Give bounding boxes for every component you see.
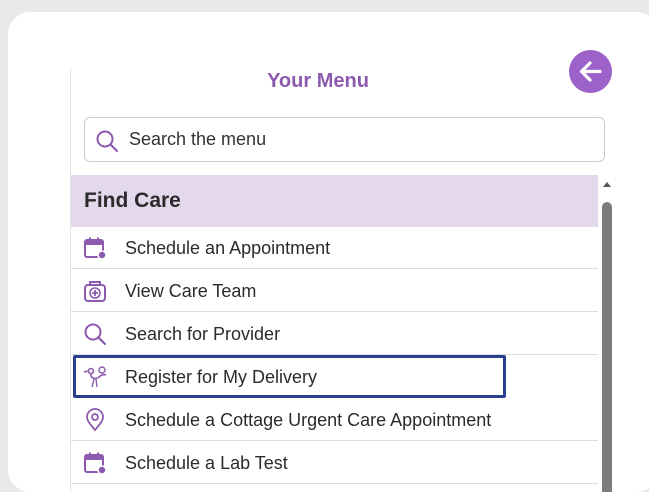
scroll-up-arrow-icon[interactable] — [603, 182, 611, 187]
menu-item-label: Schedule an Appointment — [125, 238, 331, 258]
calendar-icon — [84, 452, 107, 475]
menu-item-label: Schedule a Cottage Urgent Care Appointme… — [125, 410, 492, 430]
menu-item-search-provider[interactable]: Search for Provider — [71, 313, 598, 355]
menu-panel: Your Menu Find Care Schedule an Appointm… — [8, 12, 649, 492]
search-box[interactable] — [84, 117, 605, 162]
menu-item-label: Search for Provider — [125, 324, 281, 344]
section-header-find-care: Find Care — [71, 175, 598, 227]
scrollbar[interactable] — [601, 182, 613, 492]
location-pin-icon — [86, 408, 104, 432]
menu-title: Your Menu — [267, 70, 369, 92]
calendar-icon — [84, 237, 107, 260]
menu-item-view-care-team[interactable]: View Care Team — [71, 270, 598, 312]
scrollbar-thumb[interactable] — [602, 202, 612, 492]
section-title: Find Care — [84, 189, 181, 212]
menu-item-label: Schedule a Lab Test — [125, 453, 288, 473]
back-button[interactable] — [569, 50, 612, 93]
menu-item-schedule-lab[interactable]: Schedule a Lab Test — [71, 442, 598, 484]
search-icon — [96, 130, 119, 153]
search-input[interactable] — [129, 118, 589, 161]
menu-item-label: View Care Team — [125, 281, 257, 301]
menu-item-urgent-care[interactable]: Schedule a Cottage Urgent Care Appointme… — [71, 399, 598, 441]
medical-kit-icon — [84, 281, 106, 302]
arrow-left-icon — [579, 61, 602, 82]
menu-item-schedule-appointment[interactable]: Schedule an Appointment — [71, 227, 598, 269]
highlight-box — [73, 355, 506, 398]
search-icon — [84, 323, 107, 346]
